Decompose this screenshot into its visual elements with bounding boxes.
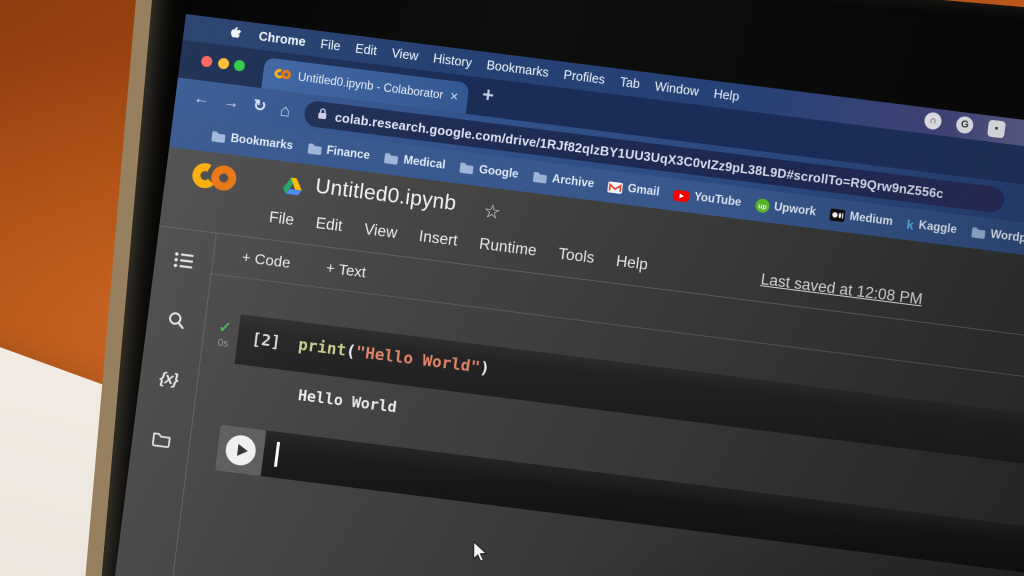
folder-icon [532,171,547,184]
execution-time: 0s [217,337,229,350]
apple-icon[interactable] [229,26,243,41]
status-icon-3[interactable]: ▪ [986,119,1006,139]
tab-close-icon[interactable]: ✕ [449,90,460,104]
svg-text:up: up [757,203,766,211]
search-icon[interactable] [166,310,186,330]
run-cell-button[interactable] [215,424,267,477]
bookmark-youtube[interactable]: YouTube [672,189,742,209]
folder-icon [384,153,399,165]
maximize-window-button[interactable] [233,59,246,72]
lock-icon [316,107,328,123]
code-token-function: print [297,334,348,360]
colab-menu-tools[interactable]: Tools [557,246,595,268]
medium-icon [829,208,846,222]
variables-icon[interactable]: {x} [158,370,178,390]
play-icon [223,433,258,468]
notebook-title[interactable]: Untitled0.ipynb [314,175,458,217]
menubar-item-history[interactable]: History [432,51,472,70]
youtube-icon [672,189,690,202]
kaggle-icon: k [905,216,915,233]
star-icon[interactable]: ☆ [482,200,502,225]
menubar-item-window[interactable]: Window [654,79,700,98]
colab-menu-file[interactable]: File [268,209,295,230]
colab-favicon [273,67,292,83]
reload-icon[interactable]: ↻ [252,97,267,116]
bookmark-gmail[interactable]: Gmail [607,180,660,199]
bookmark-medium[interactable]: Medium [829,208,893,228]
upwork-icon: up [755,198,770,213]
colab-menu-view[interactable]: View [363,221,398,243]
bookmark-google[interactable]: Google [458,162,519,181]
drive-icon [282,177,304,201]
colab-menu-insert[interactable]: Insert [418,228,459,251]
colab-menu-help[interactable]: Help [615,253,649,275]
close-window-button[interactable] [200,55,213,68]
new-tab-button[interactable]: + [481,84,495,108]
status-icon-2[interactable]: G [955,115,975,135]
mouse-cursor [473,541,488,563]
bookmark-wordpress[interactable]: Wordpress [970,226,1024,248]
folder-icon [307,143,322,155]
check-icon: ✓ [217,318,233,338]
code-token-string: "Hello World" [354,342,482,377]
gmail-icon [607,181,624,194]
menubar-item-bookmarks[interactable]: Bookmarks [486,58,550,80]
menubar-item-edit[interactable]: Edit [355,42,378,59]
bookmark-bookmarks[interactable]: Bookmarks [210,130,294,152]
back-icon[interactable]: ← [192,90,210,109]
add-text-button[interactable]: + Text [325,259,367,281]
last-saved-link[interactable]: Last saved at 12:08 PM [760,271,924,309]
empty-code-editor[interactable] [260,430,1024,576]
table-of-contents-icon[interactable] [173,250,195,270]
photo-scene: Chrome File Edit View History Bookmarks … [0,0,1024,576]
code-token-paren: ) [478,357,491,378]
minimize-window-button[interactable] [216,57,230,70]
forward-icon[interactable]: → [222,93,240,112]
menubar-item-file[interactable]: File [320,37,342,53]
colab-menu-runtime[interactable]: Runtime [478,236,537,261]
add-code-button[interactable]: + Code [241,249,292,272]
folder-icon [971,227,986,239]
window-controls [200,55,246,72]
folder-icon [211,131,226,143]
menubar-item-tab[interactable]: Tab [619,75,641,91]
menubar-item-view[interactable]: View [391,46,419,63]
bookmark-upwork[interactable]: up Upwork [754,198,817,220]
status-icon-1[interactable]: ∩ [923,111,943,131]
folder-icon [459,162,474,175]
bookmark-archive[interactable]: Archive [532,171,595,190]
home-icon[interactable]: ⌂ [279,100,292,120]
menubar-item-profiles[interactable]: Profiles [563,68,606,87]
colab-logo[interactable] [190,160,240,199]
bookmark-medical[interactable]: Medical [383,152,446,172]
bookmark-finance[interactable]: Finance [306,142,370,162]
colab-menu-edit[interactable]: Edit [315,215,344,236]
menubar-item-chrome[interactable]: Chrome [258,29,307,49]
menubar-item-help[interactable]: Help [713,87,740,104]
files-icon[interactable] [150,429,172,449]
text-cursor [273,441,280,467]
execution-count: [2] [250,328,282,352]
bookmark-kaggle[interactable]: k Kaggle [906,217,958,238]
